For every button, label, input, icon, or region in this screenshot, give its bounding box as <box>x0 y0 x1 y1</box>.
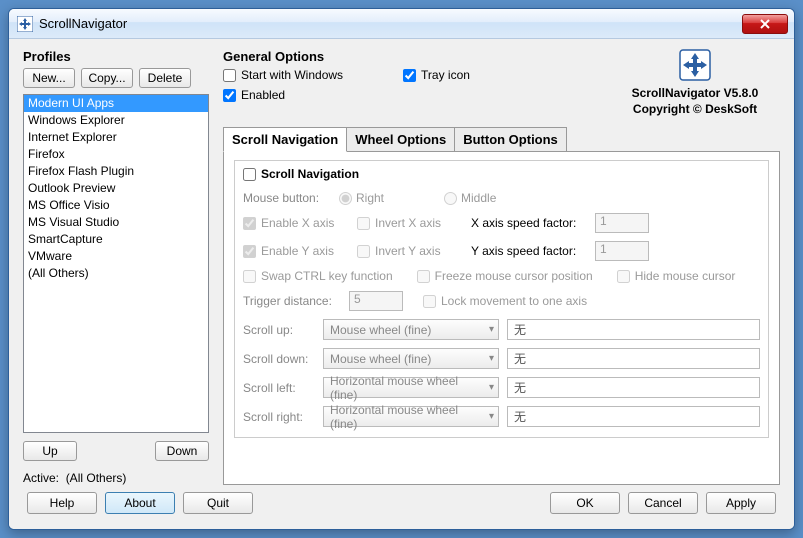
mouse-button-label: Mouse button: <box>243 191 329 205</box>
scroll-navigation-panel: Scroll Navigation Mouse button: Right Mi… <box>223 151 780 485</box>
scroll-up-dropdown[interactable]: Mouse wheel (fine) <box>323 319 499 340</box>
invert-x-checkbox[interactable]: Invert X axis <box>357 216 457 230</box>
profiles-panel: Profiles New... Copy... Delete Modern UI… <box>23 49 209 485</box>
move-down-button[interactable]: Down <box>155 441 209 461</box>
ok-button[interactable]: OK <box>550 492 620 514</box>
general-options-panel: General Options Start with Windows Enabl… <box>223 49 610 117</box>
tray-icon-checkbox[interactable]: Tray icon <box>403 68 470 82</box>
start-with-windows-label: Start with Windows <box>241 68 343 82</box>
cancel-button[interactable]: Cancel <box>628 492 698 514</box>
list-item[interactable]: Modern UI Apps <box>24 95 208 112</box>
list-item[interactable]: MS Visual Studio <box>24 214 208 231</box>
general-title: General Options <box>223 49 610 64</box>
brand-panel: ScrollNavigator V5.8.0 Copyright © DeskS… <box>610 49 780 117</box>
scroll-right-value[interactable]: 无 <box>507 406 760 427</box>
active-profile-line: Active: (All Others) <box>23 471 209 485</box>
hide-cursor-checkbox[interactable]: Hide mouse cursor <box>617 269 736 283</box>
window-title: ScrollNavigator <box>39 16 742 31</box>
enable-x-checkbox[interactable]: Enable X axis <box>243 216 343 230</box>
trigger-distance-input[interactable]: 5 <box>349 291 403 311</box>
tab-bar: Scroll Navigation Wheel Options Button O… <box>223 127 780 152</box>
list-item[interactable]: SmartCapture <box>24 231 208 248</box>
tab-wheel-options[interactable]: Wheel Options <box>347 127 455 152</box>
mouse-button-right-radio[interactable]: Right <box>339 191 384 205</box>
list-item[interactable]: VMware <box>24 248 208 265</box>
list-item[interactable]: (All Others) <box>24 265 208 282</box>
enabled-label: Enabled <box>241 88 285 102</box>
scroll-right-dropdown[interactable]: Horizontal mouse wheel (fine) <box>323 406 499 427</box>
list-item[interactable]: MS Office Visio <box>24 197 208 214</box>
profiles-title: Profiles <box>23 49 209 64</box>
list-item[interactable]: Internet Explorer <box>24 129 208 146</box>
move-up-button[interactable]: Up <box>23 441 77 461</box>
new-profile-button[interactable]: New... <box>23 68 75 88</box>
apply-button[interactable]: Apply <box>706 492 776 514</box>
active-value: (All Others) <box>66 471 127 485</box>
quit-button[interactable]: Quit <box>183 492 253 514</box>
list-item[interactable]: Outlook Preview <box>24 180 208 197</box>
freeze-cursor-checkbox[interactable]: Freeze mouse cursor position <box>417 269 593 283</box>
enable-y-checkbox[interactable]: Enable Y axis <box>243 244 343 258</box>
start-with-windows-checkbox[interactable]: Start with Windows <box>223 68 343 82</box>
scroll-down-dropdown[interactable]: Mouse wheel (fine) <box>323 348 499 369</box>
scroll-left-dropdown[interactable]: Horizontal mouse wheel (fine) <box>323 377 499 398</box>
tab-scroll-navigation[interactable]: Scroll Navigation <box>223 127 347 152</box>
y-speed-input[interactable]: 1 <box>595 241 649 261</box>
close-icon <box>760 19 770 29</box>
copy-profile-button[interactable]: Copy... <box>81 68 133 88</box>
scroll-navigation-legend: Scroll Navigation <box>261 167 359 181</box>
mouse-button-middle-radio[interactable]: Middle <box>444 191 496 205</box>
app-window: ScrollNavigator Profiles New... Copy... … <box>8 8 795 530</box>
lock-axis-checkbox[interactable]: Lock movement to one axis <box>423 294 587 308</box>
x-speed-label: X axis speed factor: <box>471 216 581 230</box>
y-speed-label: Y axis speed factor: <box>471 244 581 258</box>
brand-line2: Copyright © DeskSoft <box>610 101 780 117</box>
close-button[interactable] <box>742 14 788 34</box>
footer-bar: Help About Quit OK Cancel Apply <box>23 485 780 521</box>
profiles-listbox[interactable]: Modern UI Apps Windows Explorer Internet… <box>23 94 209 433</box>
x-speed-input[interactable]: 1 <box>595 213 649 233</box>
delete-profile-button[interactable]: Delete <box>139 68 191 88</box>
list-item[interactable]: Firefox Flash Plugin <box>24 163 208 180</box>
scroll-right-label: Scroll right: <box>243 410 315 424</box>
active-label: Active: <box>23 471 59 485</box>
help-button[interactable]: Help <box>27 492 97 514</box>
app-icon <box>17 16 33 32</box>
scroll-left-value[interactable]: 无 <box>507 377 760 398</box>
titlebar[interactable]: ScrollNavigator <box>9 9 794 39</box>
scroll-up-label: Scroll up: <box>243 323 315 337</box>
trigger-distance-label: Trigger distance: <box>243 294 339 308</box>
tray-icon-label: Tray icon <box>421 68 470 82</box>
list-item[interactable]: Windows Explorer <box>24 112 208 129</box>
scroll-left-label: Scroll left: <box>243 381 315 395</box>
enabled-checkbox[interactable]: Enabled <box>223 88 343 102</box>
scroll-down-label: Scroll down: <box>243 352 315 366</box>
swap-ctrl-checkbox[interactable]: Swap CTRL key function <box>243 269 393 283</box>
brand-icon <box>679 49 711 81</box>
content-area: Profiles New... Copy... Delete Modern UI… <box>9 39 794 529</box>
about-button[interactable]: About <box>105 492 175 514</box>
scroll-navigation-enable-checkbox[interactable] <box>243 168 256 181</box>
invert-y-checkbox[interactable]: Invert Y axis <box>357 244 457 258</box>
scroll-up-value[interactable]: 无 <box>507 319 760 340</box>
tab-button-options[interactable]: Button Options <box>455 127 567 152</box>
list-item[interactable]: Firefox <box>24 146 208 163</box>
scroll-down-value[interactable]: 无 <box>507 348 760 369</box>
brand-line1: ScrollNavigator V5.8.0 <box>610 85 780 101</box>
